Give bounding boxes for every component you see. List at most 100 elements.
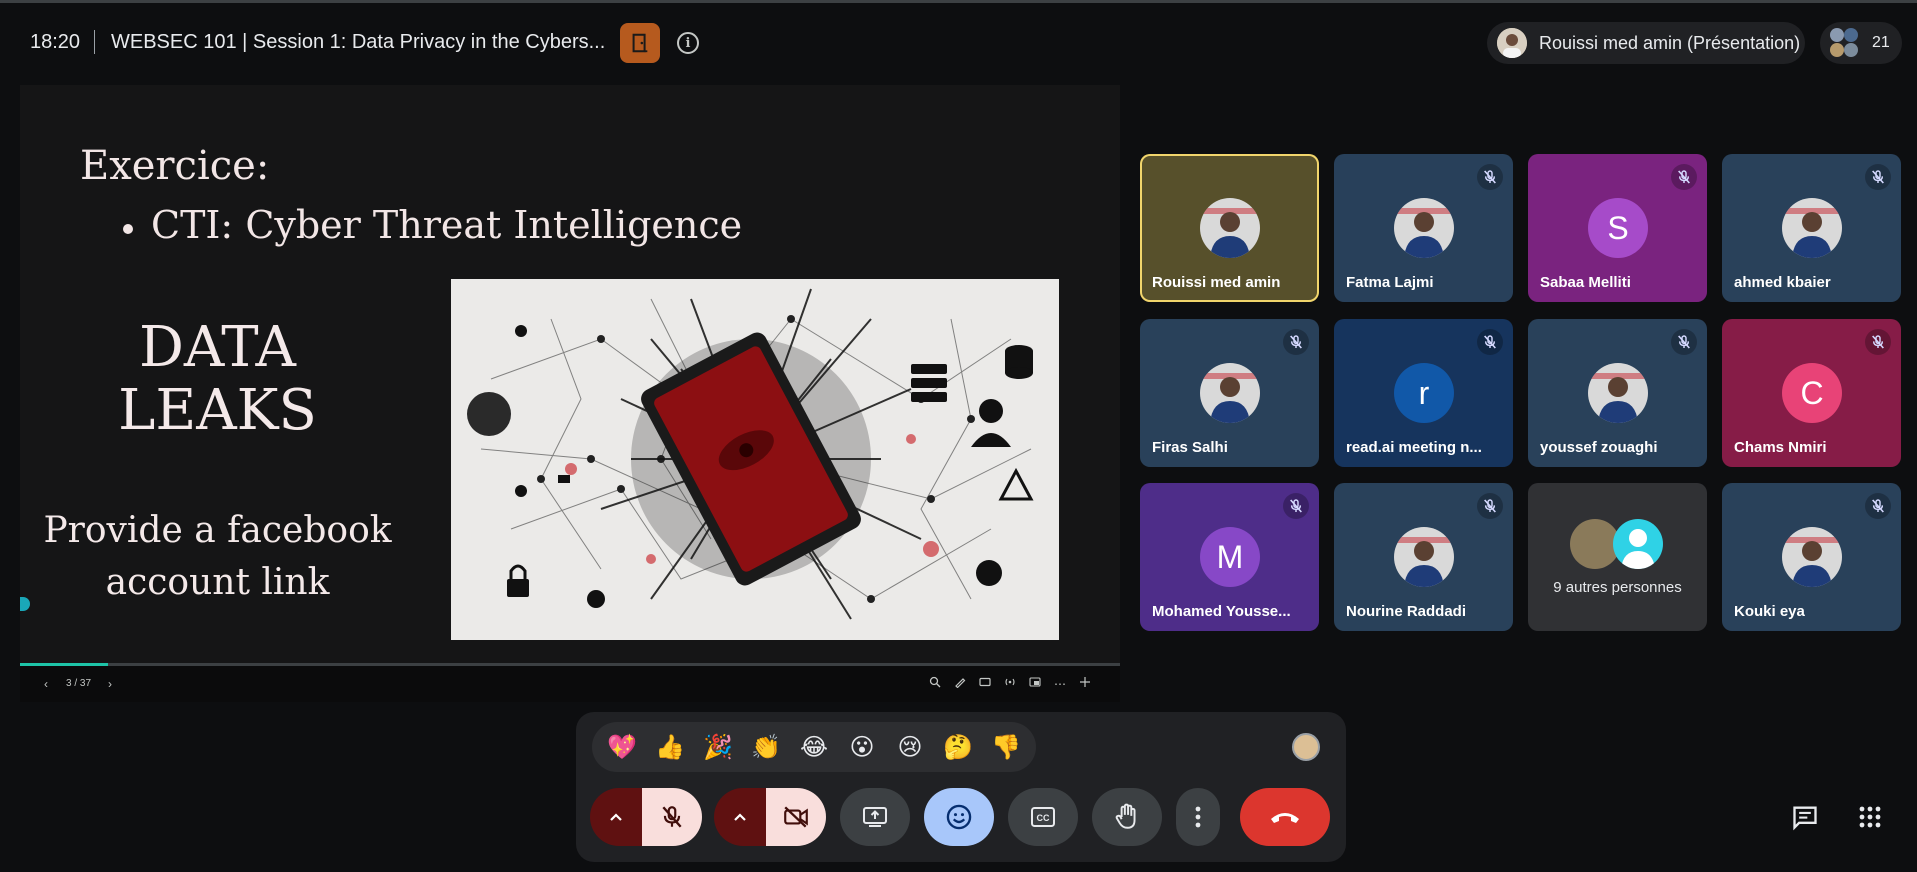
leave-call-button[interactable]	[1240, 788, 1330, 846]
more-horizontal-icon[interactable]: ⋯	[1052, 676, 1068, 692]
participant-name: Sabaa Melliti	[1540, 274, 1631, 291]
muted-mic-icon	[1865, 329, 1891, 355]
camera-toggle-button[interactable]	[766, 788, 826, 846]
bullet-dot	[123, 223, 133, 234]
thumbs-up-reaction-icon[interactable]: 👍	[646, 725, 694, 769]
muted-mic-icon	[1477, 493, 1503, 519]
sparkling-heart-reaction-icon[interactable]: 💖	[598, 725, 646, 769]
muted-mic-icon	[1671, 164, 1697, 190]
slide-big-line-2: LEAKS	[118, 378, 317, 443]
participant-tile[interactable]: S Sabaa Melliti	[1528, 154, 1707, 302]
participant-tile[interactable]: 9 autres personnes	[1528, 483, 1707, 631]
slide-controls-bar: ‹ 3 / 37 › ⋯	[20, 666, 1120, 702]
participant-name: Mohamed Yousse...	[1152, 603, 1291, 620]
send-reaction-button[interactable]	[924, 788, 994, 846]
captions-icon[interactable]	[977, 676, 993, 692]
reactions-bar: 💖 👍 🎉 👏 😂 😮 😢 🤔 👎	[592, 722, 1036, 772]
door-icon	[632, 33, 648, 53]
surprised-face-reaction-icon[interactable]: 😮	[838, 725, 886, 769]
more-options-button[interactable]	[1176, 788, 1220, 846]
exit-fullscreen-icon[interactable]	[1077, 676, 1093, 692]
chat-button[interactable]	[1787, 799, 1823, 835]
participant-name: youssef zouaghi	[1540, 439, 1658, 456]
present-screen-icon	[863, 807, 887, 827]
emoji-smile-icon	[946, 804, 972, 830]
participant-name: read.ai meeting n...	[1346, 439, 1482, 456]
slide-sub-line-2: account link	[105, 562, 330, 603]
meeting-title: WEBSEC 101 | Session 1: Data Privacy in …	[111, 31, 606, 53]
participants-button[interactable]: 21	[1820, 22, 1902, 64]
present-screen-button[interactable]	[840, 788, 910, 846]
picture-in-picture-icon[interactable]	[1027, 676, 1043, 692]
prev-slide-icon[interactable]: ‹	[38, 676, 54, 692]
participant-name: Fatma Lajmi	[1346, 274, 1434, 291]
meeting-info-icon[interactable]: i	[677, 32, 699, 54]
participant-tiles-grid: Rouissi med amin Fatma Lajmi S Sabaa Mellit…	[1140, 154, 1901, 632]
chevron-up-icon	[734, 813, 746, 821]
participant-tile[interactable]: youssef zouaghi	[1528, 319, 1707, 467]
participant-tile[interactable]: M Mohamed Yousse...	[1140, 483, 1319, 631]
participant-initial-avatar: C	[1782, 363, 1842, 423]
captions-button[interactable]: CC	[1008, 788, 1078, 846]
presenter-avatar	[1497, 28, 1527, 58]
participant-count: 21	[1872, 34, 1890, 51]
participant-initial-avatar: M	[1200, 527, 1260, 587]
participant-name: Kouki eya	[1734, 603, 1805, 620]
video-options-button[interactable]	[714, 788, 766, 846]
participant-tile[interactable]: C Chams Nmiri	[1722, 319, 1901, 467]
muted-mic-icon	[1671, 329, 1697, 355]
participant-name: Firas Salhi	[1152, 439, 1228, 456]
microphone-toggle-button[interactable]	[642, 788, 702, 846]
zoom-icon[interactable]	[927, 676, 943, 692]
presenter-chip-label: Rouissi med amin (Présentation)	[1539, 32, 1801, 53]
participant-tile[interactable]: Kouki eya	[1722, 483, 1901, 631]
tears-of-joy-reaction-icon[interactable]: 😂	[790, 725, 838, 769]
participant-tile[interactable]: r read.ai meeting n...	[1334, 319, 1513, 467]
slide-bullet-text: CTI: Cyber Threat Intelligence	[151, 203, 743, 247]
muted-mic-icon	[1283, 493, 1309, 519]
participant-tile[interactable]: ahmed kbaier	[1722, 154, 1901, 302]
next-slide-icon[interactable]: ›	[102, 676, 118, 692]
title-separator	[94, 30, 95, 54]
raise-hand-button[interactable]	[1092, 788, 1162, 846]
participant-photo	[1200, 363, 1260, 423]
participant-mini-avatar	[1844, 28, 1858, 42]
participant-name: Chams Nmiri	[1734, 439, 1827, 456]
skin-tone-selector[interactable]	[1292, 733, 1320, 761]
participant-photo	[1394, 527, 1454, 587]
clock-time: 18:20	[30, 31, 81, 53]
presenter-chip[interactable]: Rouissi med amin (Présentation)	[1487, 22, 1805, 64]
participant-tile[interactable]: Nourine Raddadi	[1334, 483, 1513, 631]
muted-mic-icon	[1477, 164, 1503, 190]
thumbs-down-reaction-icon[interactable]: 👎	[982, 725, 1030, 769]
party-popper-reaction-icon[interactable]: 🎉	[694, 725, 742, 769]
participant-initial-avatar: r	[1394, 363, 1454, 423]
participant-tile[interactable]: Fatma Lajmi	[1334, 154, 1513, 302]
audio-options-button[interactable]	[590, 788, 642, 846]
muted-mic-icon	[1283, 329, 1309, 355]
activities-button[interactable]	[1852, 799, 1888, 835]
muted-mic-icon	[1865, 493, 1891, 519]
slide-page-indicator: 3 / 37	[66, 678, 92, 689]
participant-name: Nourine Raddadi	[1346, 603, 1467, 620]
participant-tile[interactable]: Firas Salhi	[1140, 319, 1319, 467]
presentation-area: Exercice: CTI: Cyber Threat Intelligence…	[20, 85, 1120, 702]
slide-bullet: CTI: Cyber Threat Intelligence	[123, 203, 742, 247]
participant-tile[interactable]: Rouissi med amin	[1140, 154, 1319, 302]
clapping-hands-reaction-icon[interactable]: 👏	[742, 725, 790, 769]
slide-big-line-1: DATA	[138, 315, 296, 380]
camera-off-icon	[784, 806, 808, 828]
exit-door-button[interactable]	[620, 23, 660, 63]
participant-photo	[1588, 363, 1648, 423]
broadcast-icon[interactable]	[1002, 676, 1018, 692]
participant-mini-avatar	[1844, 43, 1858, 57]
thinking-face-reaction-icon[interactable]: 🤔	[934, 725, 982, 769]
mic-off-icon	[662, 806, 682, 828]
more-vertical-icon	[1195, 806, 1201, 828]
participant-name: Rouissi med amin	[1152, 274, 1281, 291]
hang-up-phone-icon	[1271, 813, 1299, 823]
muted-mic-icon	[1477, 329, 1503, 355]
participant-photo	[1782, 527, 1842, 587]
crying-face-reaction-icon[interactable]: 😢	[886, 725, 934, 769]
annotate-pen-icon[interactable]	[952, 676, 968, 692]
